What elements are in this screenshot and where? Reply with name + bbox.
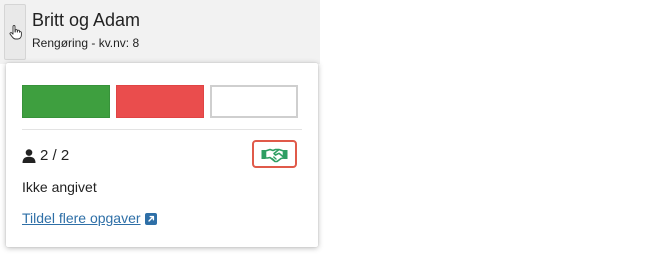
- status-text: Ikke angivet: [22, 179, 97, 195]
- card-title: Britt og Adam: [32, 10, 141, 30]
- assignee-count-text: 2 / 2: [40, 147, 70, 164]
- status-block-red[interactable]: [116, 85, 204, 118]
- task-popover: 2 / 2 Ikke angivet Tildel flere opgaver: [6, 63, 318, 247]
- status-block-green[interactable]: [22, 85, 110, 118]
- status-selector: [22, 85, 304, 118]
- drag-handle[interactable]: [4, 4, 26, 60]
- hand-pointer-icon: [9, 24, 22, 39]
- handshake-icon: [261, 148, 288, 162]
- divider: [22, 129, 302, 130]
- assign-more-tasks-link[interactable]: Tildel flere opgaver: [22, 210, 157, 227]
- person-icon: [22, 149, 36, 163]
- assign-more-tasks-label: Tildel flere opgaver: [22, 210, 141, 226]
- status-block-empty[interactable]: [210, 85, 298, 118]
- assignee-count: 2 / 2: [22, 147, 69, 165]
- external-link-icon: [144, 212, 157, 225]
- card-subtitle: Rengøring - kv.nv: 8: [32, 36, 140, 50]
- handshake-button[interactable]: [252, 140, 297, 168]
